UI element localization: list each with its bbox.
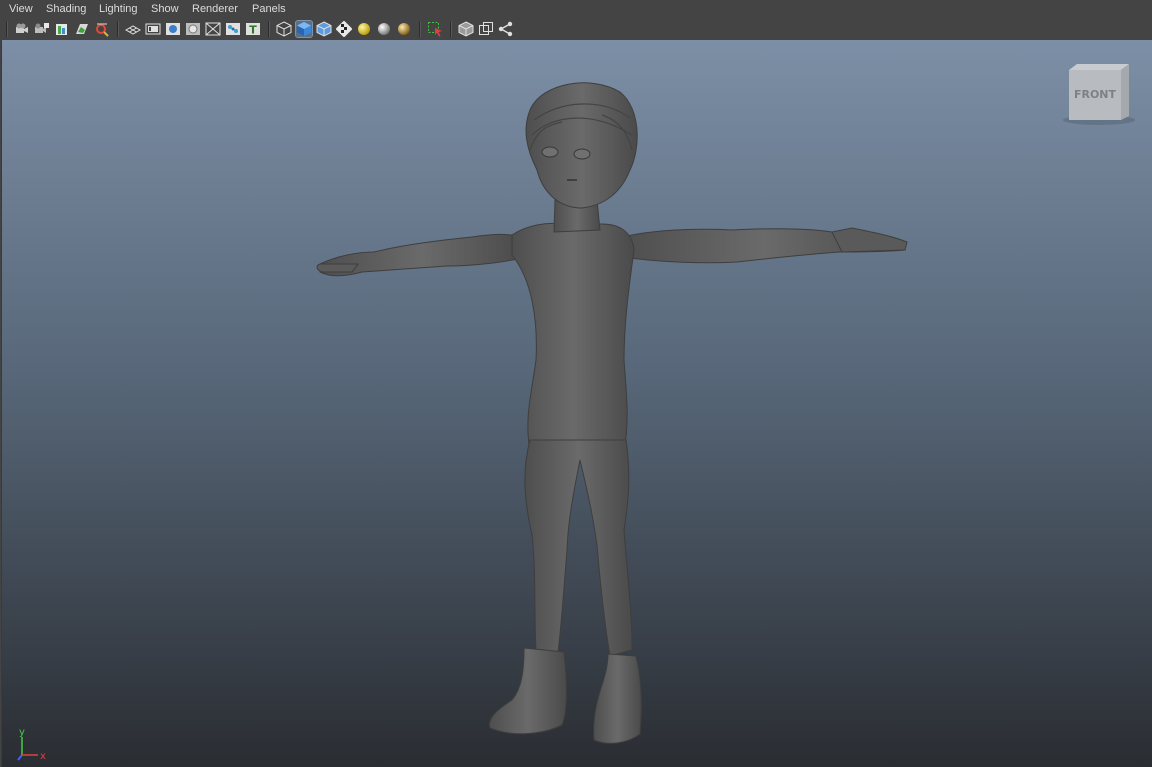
menu-view[interactable]: View [9,2,33,16]
character-model[interactable] [2,40,1152,767]
xray-joints-icon[interactable] [498,21,514,37]
axis-gizmo: y x [17,727,46,762]
bookmarks-icon[interactable] [54,21,70,37]
safe-title-icon[interactable]: T [245,21,261,37]
toolbar-separator [450,21,452,37]
toolbar-separator [6,21,8,37]
wireframe-icon[interactable] [276,21,292,37]
safe-action-icon[interactable] [225,21,241,37]
select-camera-icon[interactable] [14,21,30,37]
view-cube[interactable]: FRONT [1059,60,1139,130]
menu-lighting[interactable]: Lighting [99,2,138,16]
3d-viewport[interactable]: FRONT y x [1,40,1152,767]
menu-panels[interactable]: Panels [252,2,286,16]
2d-pan-zoom-icon[interactable] [94,21,110,37]
shadows-icon[interactable] [376,21,392,37]
viewport-toolbar: T [0,18,1152,40]
toolbar-separator [268,21,270,37]
use-all-lights-icon[interactable] [356,21,372,37]
menu-renderer[interactable]: Renderer [192,2,238,16]
axis-y-label: y [19,727,25,738]
image-plane-icon[interactable] [74,21,90,37]
resolution-gate-icon[interactable] [165,21,181,37]
flat-shade-icon[interactable] [316,21,332,37]
xray-icon[interactable] [458,21,474,37]
ambient-occlusion-icon[interactable] [396,21,412,37]
viewport-menubar: View Shading Lighting Show Renderer Pane… [0,0,1152,18]
toolbar-separator [117,21,119,37]
viewcube-label: FRONT [1074,88,1117,101]
isolate-select-icon[interactable] [427,21,443,37]
field-chart-icon[interactable] [205,21,221,37]
gate-mask-icon[interactable] [185,21,201,37]
camera-attributes-icon[interactable] [34,21,50,37]
menu-shading[interactable]: Shading [46,2,86,16]
smooth-shade-icon[interactable] [295,20,313,38]
film-gate-icon[interactable] [145,21,161,37]
textured-icon[interactable] [336,21,352,37]
grid-icon[interactable] [125,21,141,37]
axis-x-label: x [40,751,46,762]
xray-active-components-icon[interactable] [478,21,494,37]
toolbar-separator [419,21,421,37]
svg-text:T: T [249,24,257,37]
menu-show[interactable]: Show [151,2,179,16]
